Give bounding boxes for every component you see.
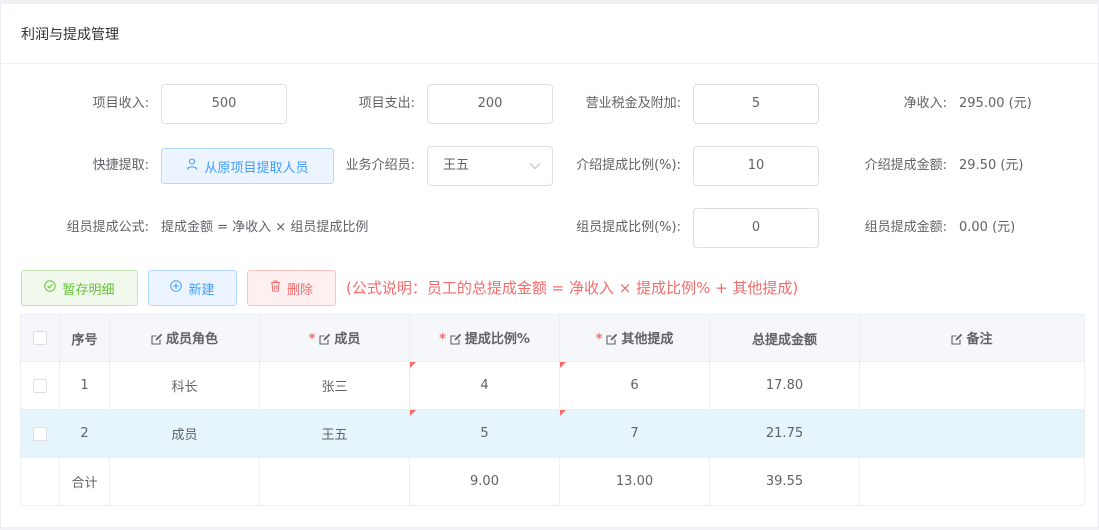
cell-ratio-value: 4 <box>480 378 489 393</box>
summary-row: 合计 9.00 13.00 39.55 <box>20 457 1085 506</box>
required-marker: * <box>308 331 316 347</box>
member-ratio-label: 组员提成比例(%): <box>576 220 681 235</box>
header-role: 成员角色 <box>109 314 260 362</box>
formula-note: (公式说明：员工的总提成金额 = 净收入 × 提成比例% + 其他提成) <box>346 279 799 297</box>
cell-other-value: 7 <box>630 426 639 441</box>
cell-other[interactable]: 7 <box>559 409 710 458</box>
cell-member[interactable]: 王五 <box>259 409 410 458</box>
chevron-down-icon <box>528 147 542 185</box>
cell-remark[interactable] <box>859 361 1085 410</box>
row-checkbox[interactable] <box>33 426 47 441</box>
header-index: 序号 <box>59 314 110 362</box>
summary-empty-cell <box>20 457 60 506</box>
summary-ratio: 9.00 <box>409 457 560 506</box>
cell-ratio[interactable]: 5 <box>409 409 560 458</box>
edit-icon <box>151 333 163 349</box>
income-label: 项目收入: <box>92 96 149 111</box>
intro-amount-value: 29.50 (元) <box>959 158 1024 173</box>
member-amount-label: 组员提成金额: <box>864 220 947 235</box>
header-member: * 成员 <box>259 314 410 362</box>
header-other-label: 其他提成 <box>621 331 674 347</box>
cell-remark[interactable] <box>859 409 1085 458</box>
check-circle-icon <box>44 280 57 296</box>
select-all-checkbox[interactable] <box>33 331 47 345</box>
table-row[interactable]: 1 科长 张三 4 6 17.80 <box>20 361 1085 410</box>
dirty-marker <box>410 410 416 416</box>
header-ratio-label: 提成比例% <box>464 331 530 347</box>
cell-role[interactable]: 科长 <box>109 361 260 410</box>
cell-role[interactable]: 成员 <box>109 409 260 458</box>
net-income-value: 295.00 (元) <box>959 96 1032 111</box>
required-marker: * <box>439 331 446 347</box>
required-marker: * <box>595 331 603 347</box>
new-button[interactable]: 新建 <box>148 270 237 306</box>
new-label: 新建 <box>188 282 215 298</box>
card-header: 利润与提成管理 <box>1 4 1098 64</box>
summary-remark-cell <box>859 457 1085 506</box>
referrer-value: 王五 <box>443 158 470 173</box>
table-header-row: 序号 成员角色 * 成员 * 提成比例% * 其他提成 总提成金额 备注 <box>20 314 1085 362</box>
extract-members-label: 从原项目提取人员 <box>204 160 309 176</box>
cell-ratio-value: 5 <box>480 426 489 441</box>
cell-index: 1 <box>59 361 110 410</box>
row-select-cell <box>20 409 60 458</box>
summary-label: 合计 <box>59 457 110 506</box>
intro-ratio-label: 介绍提成比例(%): <box>576 158 681 173</box>
member-formula-value: 提成金额 = 净收入 × 组员提成比例 <box>161 220 369 235</box>
edit-icon <box>450 333 462 349</box>
summary-role-cell <box>109 457 260 506</box>
header-member-label: 成员 <box>334 331 361 347</box>
income-input[interactable]: 500 <box>161 84 287 124</box>
member-amount-value: 0.00 (元) <box>959 220 1016 235</box>
delete-button[interactable]: 删除 <box>247 270 336 306</box>
cell-other-value: 6 <box>630 378 639 393</box>
dirty-marker <box>560 362 566 368</box>
intro-ratio-input[interactable]: 10 <box>693 146 819 186</box>
cell-total: 17.80 <box>709 361 860 410</box>
header-remark: 备注 <box>859 314 1085 362</box>
cell-ratio[interactable]: 4 <box>409 361 560 410</box>
cell-other[interactable]: 6 <box>559 361 710 410</box>
header-role-label: 成员角色 <box>165 331 218 347</box>
header-total: 总提成金额 <box>709 314 860 362</box>
tax-label: 营业税金及附加: <box>585 96 681 111</box>
header-select-all <box>20 314 60 362</box>
dirty-marker <box>560 410 566 416</box>
table-row[interactable]: 2 成员 王五 5 7 21.75 <box>20 409 1085 458</box>
row-checkbox[interactable] <box>33 378 47 393</box>
referrer-select[interactable]: 王五 <box>427 146 553 186</box>
tax-input[interactable]: 5 <box>693 84 819 124</box>
trash-icon <box>270 280 281 296</box>
edit-icon <box>606 333 618 349</box>
commission-table: 序号 成员角色 * 成员 * 提成比例% * 其他提成 总提成金额 备注 1 科长 张… <box>20 314 1085 506</box>
user-icon <box>186 158 198 174</box>
plus-circle-icon <box>170 280 183 296</box>
cell-member[interactable]: 张三 <box>259 361 410 410</box>
row-select-cell <box>20 361 60 410</box>
member-formula-label: 组员提成公式: <box>66 220 149 235</box>
delete-label: 删除 <box>286 282 313 298</box>
summary-member-cell <box>259 457 410 506</box>
save-draft-button[interactable]: 暂存明细 <box>21 270 138 306</box>
expense-input[interactable]: 200 <box>427 84 553 124</box>
quick-extract-label: 快捷提取: <box>92 158 149 173</box>
page-title: 利润与提成管理 <box>21 26 119 43</box>
intro-amount-label: 介绍提成金额: <box>864 158 947 173</box>
header-other: * 其他提成 <box>559 314 710 362</box>
expense-label: 项目支出: <box>358 96 415 111</box>
header-remark-label: 备注 <box>966 331 993 347</box>
referrer-label: 业务介绍员: <box>345 158 415 173</box>
cell-index: 2 <box>59 409 110 458</box>
dirty-marker <box>410 362 416 368</box>
summary-other: 13.00 <box>559 457 710 506</box>
edit-icon <box>319 333 331 349</box>
save-draft-label: 暂存明细 <box>62 282 115 298</box>
header-ratio: * 提成比例% <box>409 314 560 362</box>
edit-icon <box>951 333 963 349</box>
net-income-label: 净收入: <box>903 96 947 111</box>
summary-total: 39.55 <box>709 457 860 506</box>
cell-total: 21.75 <box>709 409 860 458</box>
member-ratio-input[interactable]: 0 <box>693 208 819 248</box>
